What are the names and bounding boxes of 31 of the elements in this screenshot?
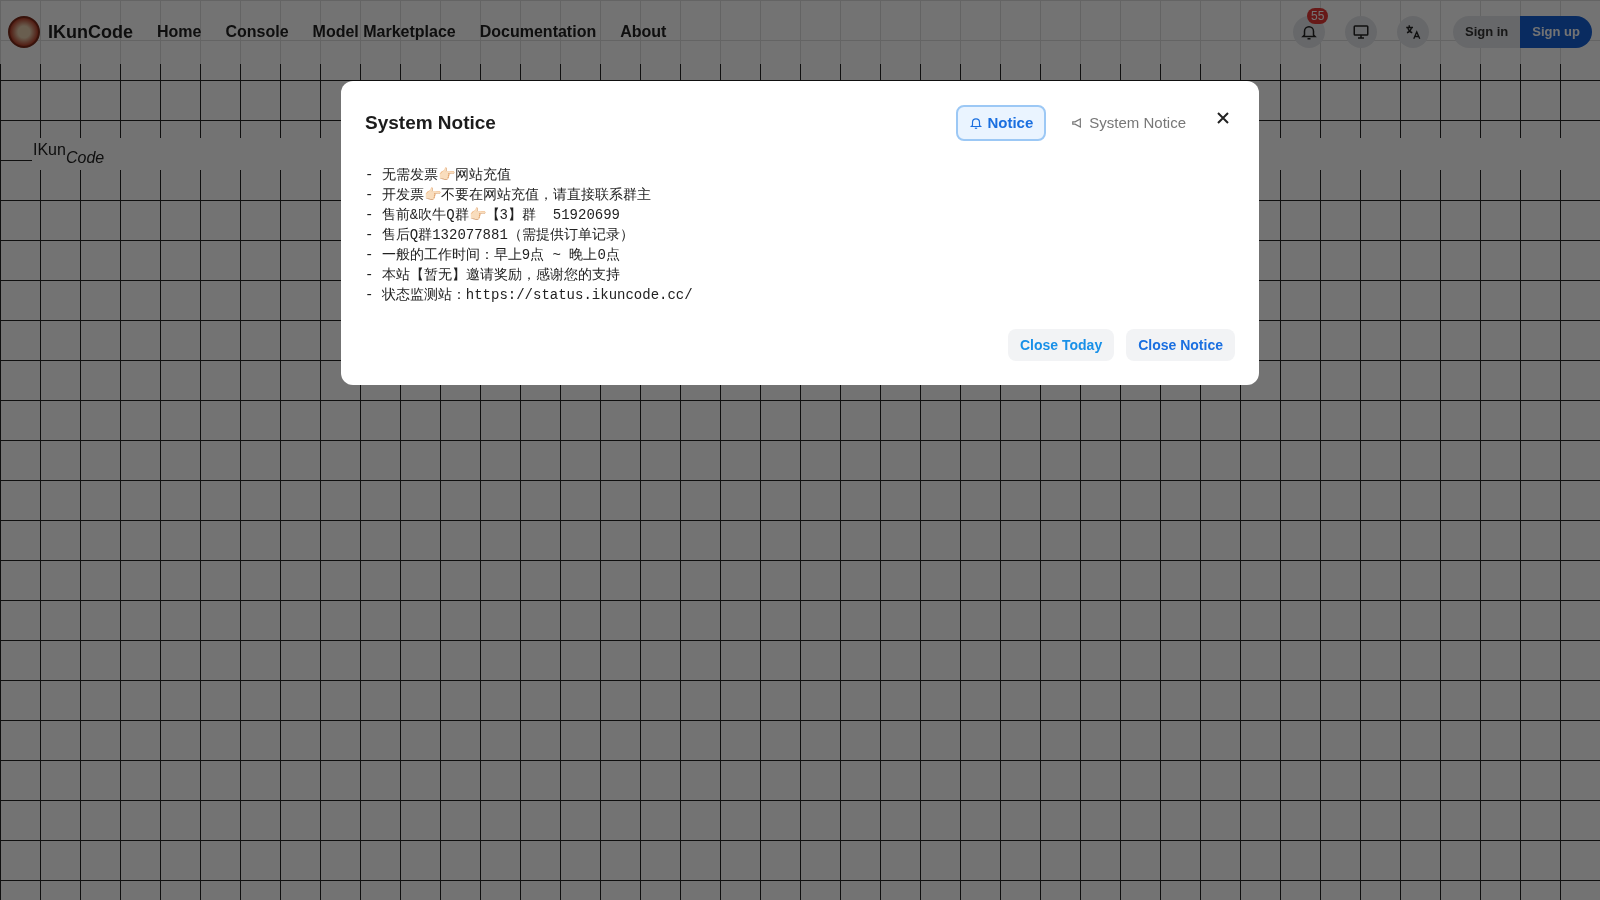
notice-line: - 本站【暂无】邀请奖励，感谢您的支持: [365, 266, 621, 285]
notification-badge: 55: [1307, 8, 1329, 24]
close-notice-button[interactable]: Close Notice: [1126, 329, 1235, 361]
nav-link[interactable]: Home: [157, 20, 202, 44]
background-logo-text: IKun: [33, 140, 66, 160]
brand-name[interactable]: IKunCode: [48, 18, 133, 46]
logo-icon[interactable]: [8, 16, 40, 48]
notice-line: - 状态监测站：https://status.ikuncode.cc/: [365, 286, 694, 305]
notice-line: - 一般的工作时间：早上9点 ~ 晚上0点: [365, 246, 621, 265]
bell-icon: [1300, 23, 1318, 41]
nav-link[interactable]: Documentation: [479, 20, 597, 44]
dialog-title: System Notice: [365, 110, 496, 135]
bell-icon: [969, 116, 984, 130]
nav-link[interactable]: Model Marketplace: [312, 20, 456, 44]
background-logo-text: Code: [65, 148, 105, 168]
sign-in-button[interactable]: Sign in: [1453, 16, 1521, 48]
notice-line: - 无需发票👉🏻网站充值: [365, 166, 512, 185]
dialog-tab[interactable]: Notice: [956, 105, 1047, 141]
nav-link[interactable]: About: [620, 20, 667, 44]
sign-up-button[interactable]: Sign up: [1520, 16, 1592, 48]
dialog-tab[interactable]: System Notice: [1058, 105, 1199, 141]
close-today-button[interactable]: Close Today: [1008, 329, 1115, 361]
language-button[interactable]: [1397, 16, 1429, 48]
notice-line: - 开发票👉🏻不要在网站充值，请直接联系群主: [365, 186, 652, 205]
notice-line: - 售前&吹牛Q群👉🏻【3】群 51920699: [365, 206, 622, 225]
translate-icon: [1404, 23, 1422, 41]
notice-line: - 售后Q群132077881（需提供订单记录）: [365, 226, 635, 245]
display-button[interactable]: [1345, 16, 1377, 48]
nav-link[interactable]: Console: [225, 20, 289, 44]
close-icon: [1216, 111, 1230, 125]
monitor-icon: [1352, 23, 1370, 41]
